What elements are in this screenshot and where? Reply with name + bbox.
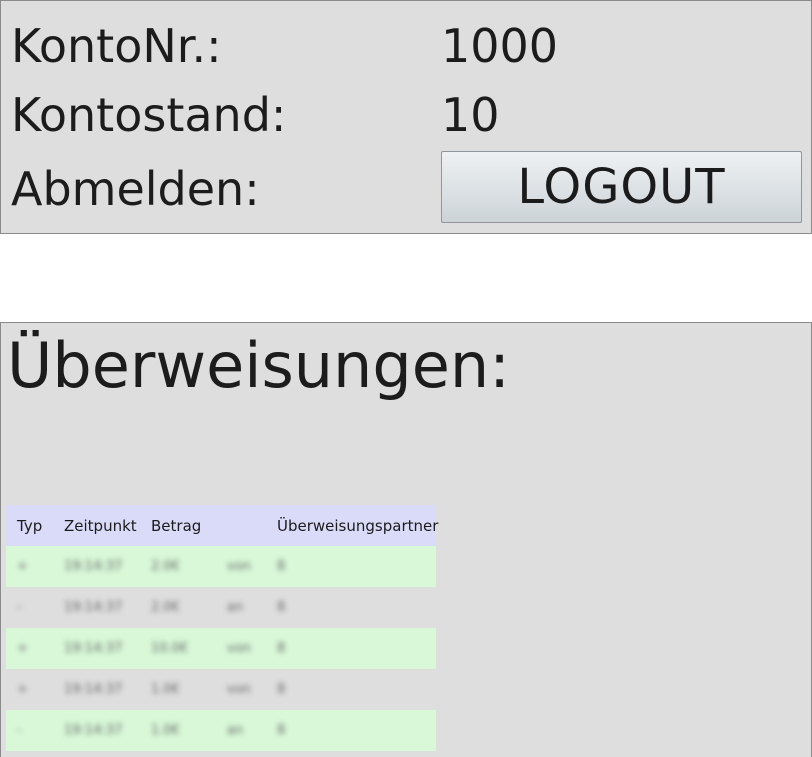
cell-direction: an: [227, 600, 244, 615]
cell-direction: an: [227, 723, 244, 738]
cell-time: 19:14:37: [64, 600, 123, 615]
header-amount: Betrag: [151, 516, 202, 535]
cell-type: -: [17, 723, 22, 738]
cell-amount: 2.0€: [151, 559, 180, 574]
balance-label: Kontostand:: [11, 88, 287, 142]
cell-time: 19:14:37: [64, 559, 123, 574]
cell-time: 19:14:37: [64, 682, 123, 697]
table-row[interactable]: - 19:14:37 2.0€ an 8: [6, 587, 436, 628]
header-type: Typ: [17, 516, 43, 535]
balance-value: 10: [441, 88, 500, 142]
cell-partner: 8: [277, 682, 286, 697]
cell-type: +: [17, 559, 28, 574]
logout-button[interactable]: LOGOUT: [441, 151, 802, 223]
cell-amount: 10.0€: [151, 641, 189, 656]
account-number-label: KontoNr.:: [11, 19, 222, 73]
cell-partner: 8: [277, 723, 286, 738]
cell-direction: von: [227, 682, 251, 697]
cell-type: -: [17, 600, 22, 615]
table-row[interactable]: + 19:14:37 2.0€ von 8: [6, 546, 436, 587]
account-number-value: 1000: [441, 19, 559, 73]
cell-partner: 8: [277, 600, 286, 615]
cell-partner: 8: [277, 641, 286, 656]
cell-amount: 1.0€: [151, 682, 180, 697]
cell-time: 19:14:37: [64, 641, 123, 656]
transfers-table: Typ Zeitpunkt Betrag Überweisungspartner…: [6, 505, 439, 751]
table-row[interactable]: + 19:14:37 10.0€ von 8: [6, 628, 436, 669]
transfers-panel: Überweisungen: Typ Zeitpunkt Betrag Über…: [0, 322, 812, 757]
table-row[interactable]: - 19:14:37 1.0€ an 8: [6, 710, 436, 751]
transfers-title: Überweisungen:: [7, 329, 511, 402]
cell-type: +: [17, 641, 28, 656]
cell-amount: 2.0€: [151, 600, 180, 615]
account-panel: KontoNr.: 1000 Kontostand: 10 Abmelden: …: [0, 0, 812, 234]
table-row[interactable]: + 19:14:37 1.0€ von 8: [6, 669, 436, 710]
cell-direction: von: [227, 559, 251, 574]
cell-type: +: [17, 682, 28, 697]
header-time: Zeitpunkt: [64, 516, 137, 535]
table-header: Typ Zeitpunkt Betrag Überweisungspartner: [6, 505, 439, 546]
header-partner: Überweisungspartner: [277, 516, 439, 535]
cell-direction: von: [227, 641, 251, 656]
logout-label: Abmelden:: [11, 162, 260, 216]
cell-amount: 1.0€: [151, 723, 180, 738]
cell-partner: 8: [277, 559, 286, 574]
cell-time: 19:14:37: [64, 723, 123, 738]
